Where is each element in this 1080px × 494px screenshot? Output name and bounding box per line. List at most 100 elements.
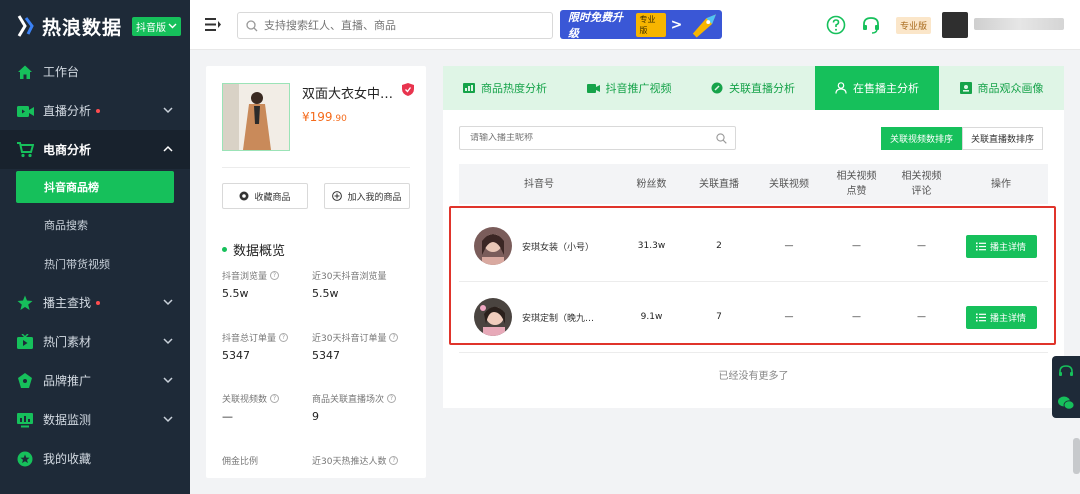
cell-fans: 9.1w xyxy=(640,312,663,322)
col-header-fans[interactable]: 粉丝数 xyxy=(619,164,684,204)
tab-related-lives[interactable]: 关联直播分析 xyxy=(691,66,815,110)
add-icon xyxy=(332,191,343,201)
streamer-avatar[interactable] xyxy=(474,227,512,265)
col-header-video-likes[interactable]: 相关视频 点赞 xyxy=(824,164,889,204)
sidebar-item-label: 播主查找 xyxy=(43,296,92,310)
product-title[interactable]: 双面大衣女中长款 xyxy=(302,83,397,102)
cell-related-videos: — xyxy=(784,312,794,322)
user-avatar[interactable] xyxy=(942,12,968,38)
tab-streamer-analysis[interactable]: 在售播主分析 xyxy=(815,66,939,110)
live-icon xyxy=(16,102,34,120)
wechat-icon[interactable] xyxy=(1058,396,1074,410)
sidebar-item-streamer-search[interactable]: 播主查找 xyxy=(0,283,190,322)
sidebar-item-label: 工作台 xyxy=(43,65,80,79)
search-input[interactable] xyxy=(264,19,544,32)
stat-label: 商品关联直播场次 xyxy=(312,395,385,405)
stat-commission-rate: 佣金比例 xyxy=(222,454,318,467)
col-header-related-videos[interactable]: 关联视频 xyxy=(754,164,824,204)
stat-value: 5.5w xyxy=(312,287,339,300)
question-icon[interactable]: ? xyxy=(389,456,399,465)
sidebar-item-live-analysis[interactable]: 直播分析 xyxy=(0,91,190,130)
customer-service-icon[interactable] xyxy=(861,15,881,35)
chevron-down-icon xyxy=(163,338,173,345)
sidebar-item-workbench[interactable]: 工作台 xyxy=(0,52,190,91)
tab-promo-videos[interactable]: 抖音推广视频 xyxy=(567,66,691,110)
cell-streamer[interactable]: 安琪女装（小号） xyxy=(474,211,624,281)
add-my-product-button[interactable]: 加入我的商品 xyxy=(324,183,410,209)
star-icon xyxy=(16,294,34,312)
cart-icon xyxy=(16,141,34,159)
help-icon[interactable] xyxy=(826,15,846,35)
analysis-tabs: 商品热度分析 抖音推广视频 关联直播分析 在售播主分析 商品观众画像 xyxy=(443,66,1064,110)
stat-value: 5347 xyxy=(222,349,250,362)
chevron-down-icon xyxy=(163,416,173,423)
stat-label: 佣金比例 xyxy=(222,457,259,467)
streamer-name[interactable]: 安琪定制（晚九点） xyxy=(522,311,602,324)
col-header-related-lives[interactable]: 关联直播 xyxy=(684,164,754,204)
chart-icon xyxy=(463,83,475,93)
version-badge-label: 抖音版 xyxy=(136,22,167,34)
sidebar-item-label: 品牌推广 xyxy=(43,374,92,388)
table-row: 安琪女装（小号） 31.3w 2 — — — 播主详情 xyxy=(459,211,1048,281)
sidebar-item-data-monitor[interactable]: 数据监测 xyxy=(0,400,190,439)
app-root: 热浪数据 抖音版 工作台 直播分析 电商分析 抖音商品榜 商品搜索 热门带货视频… xyxy=(0,0,1080,494)
list-icon xyxy=(975,242,986,250)
username-redacted[interactable] xyxy=(974,18,1064,30)
global-search[interactable] xyxy=(237,12,553,39)
version-badge[interactable]: 抖音版 xyxy=(132,16,182,36)
overview-title: 数据概览 xyxy=(222,240,285,259)
menu-toggle-icon[interactable] xyxy=(205,16,222,33)
question-icon[interactable]: ? xyxy=(270,394,280,403)
question-icon[interactable]: ? xyxy=(387,394,397,403)
streamer-name-input[interactable] xyxy=(470,133,710,143)
streamer-detail-button[interactable]: 播主详情 xyxy=(965,234,1037,258)
sidebar-item-label: 直播分析 xyxy=(43,104,92,118)
logo[interactable]: 热浪数据 抖音版 xyxy=(0,0,190,52)
sidebar-subitem-hot-videos[interactable]: 热门带货视频 xyxy=(0,244,190,283)
scrollbar-thumb[interactable] xyxy=(1073,438,1080,474)
cell-related-videos: — xyxy=(784,241,794,251)
table-row: 安琪定制（晚九点） 9.1w 7 — — — 播主详情 xyxy=(459,282,1048,352)
search-icon[interactable] xyxy=(716,133,727,144)
chevron-down-icon xyxy=(168,23,177,29)
favorite-product-button[interactable]: 收藏商品 xyxy=(222,183,308,209)
col-header-actions: 操作 xyxy=(991,178,1011,190)
sidebar-subitem-douyin-product-rank[interactable]: 抖音商品榜 xyxy=(16,171,174,203)
streamer-name[interactable]: 安琪女装（小号） xyxy=(522,240,602,253)
col-header-douyin-id[interactable]: 抖音号 xyxy=(459,164,619,204)
streamer-avatar[interactable] xyxy=(474,298,512,336)
tab-product-heat[interactable]: 商品热度分析 xyxy=(443,66,567,110)
streamer-filter[interactable] xyxy=(459,126,736,150)
logo-icon xyxy=(16,14,36,38)
headset-icon[interactable] xyxy=(1058,364,1074,380)
tab-audience-portrait[interactable]: 商品观众画像 xyxy=(939,66,1064,110)
sidebar-item-brand-promo[interactable]: 品牌推广 xyxy=(0,361,190,400)
sidebar-subitem-product-search[interactable]: 商品搜索 xyxy=(0,205,190,244)
upgrade-promo-banner[interactable]: 限时免费升级 专业版 > xyxy=(560,10,722,39)
rocket-icon xyxy=(693,14,717,38)
sidebar-item-hot-material[interactable]: 热门素材 xyxy=(0,322,190,361)
streamer-detail-button[interactable]: 播主详情 xyxy=(965,305,1037,329)
streamer-avatar-image xyxy=(474,227,512,265)
sidebar-item-label: 热门素材 xyxy=(43,335,92,349)
promo-badge: 专业版 xyxy=(636,12,666,37)
new-dot xyxy=(96,300,101,305)
stat-related-lives: 商品关联直播场次? 9 xyxy=(312,392,408,423)
question-icon[interactable]: ? xyxy=(270,271,280,280)
end-of-list-text: 已经没有更多了 xyxy=(718,371,789,382)
col-header-video-comments[interactable]: 相关视频 评论 xyxy=(889,164,954,204)
sidebar-item-ecommerce[interactable]: 电商分析 xyxy=(0,130,190,169)
cell-streamer[interactable]: 安琪定制（晚九点） xyxy=(474,282,624,352)
stat-label: 近30天抖音订单量 xyxy=(312,334,387,344)
detail-button-label: 播主详情 xyxy=(989,242,1026,253)
sidebar-item-my-favorites[interactable]: 我的收藏 xyxy=(0,439,190,478)
question-icon[interactable]: ? xyxy=(279,333,289,342)
cell-video-comments: — xyxy=(917,241,926,251)
sort-by-lives-button[interactable]: 关联直播数排序 xyxy=(962,127,1044,150)
stat-value: 5.5w xyxy=(222,287,249,300)
cell-fans: 31.3w xyxy=(637,241,666,251)
question-icon[interactable]: ? xyxy=(389,333,399,342)
product-thumbnail[interactable] xyxy=(222,83,290,151)
sort-by-videos-button[interactable]: 关联视频数排序 xyxy=(881,127,963,150)
sidebar-item-label: 电商分析 xyxy=(43,143,92,157)
